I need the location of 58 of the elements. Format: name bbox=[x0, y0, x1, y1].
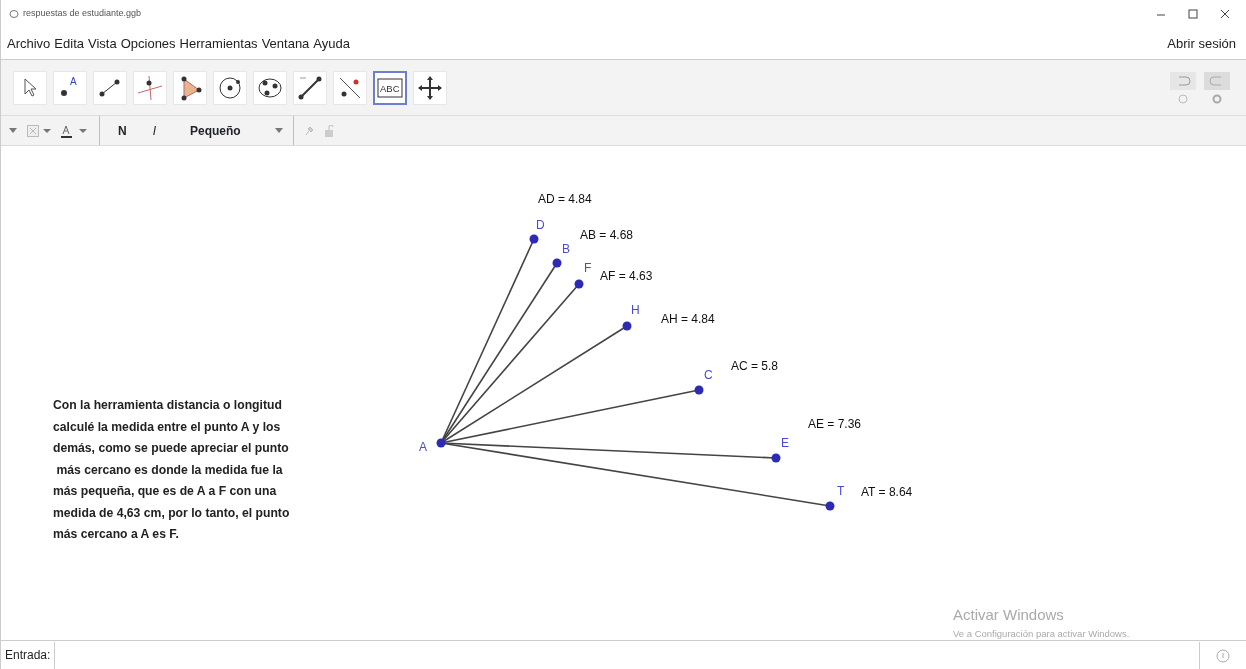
point bbox=[825, 501, 835, 511]
point-label: A bbox=[419, 440, 427, 454]
point bbox=[552, 258, 562, 268]
point-label: E bbox=[781, 436, 789, 450]
close-icon[interactable] bbox=[1220, 9, 1230, 19]
menu-item[interactable]: Ventana bbox=[259, 33, 312, 54]
tool-button[interactable] bbox=[293, 70, 327, 105]
distance-label: AE = 7.36 bbox=[808, 417, 862, 431]
input-field[interactable] bbox=[54, 641, 1200, 669]
point-label: T bbox=[837, 484, 845, 498]
activation-title: Activar Windows bbox=[953, 605, 1065, 625]
tool-button[interactable] bbox=[93, 70, 127, 105]
background-color-icon[interactable] bbox=[27, 124, 51, 137]
point-label: C bbox=[704, 368, 713, 382]
distance-label: AT = 8.64 bbox=[861, 485, 913, 499]
tool-button[interactable] bbox=[413, 70, 447, 105]
point bbox=[622, 321, 632, 331]
bold-button[interactable]: N bbox=[110, 121, 135, 140]
menu-item[interactable]: Edita bbox=[52, 33, 86, 54]
menu-item[interactable]: Ayuda bbox=[311, 33, 352, 54]
font-size-dropdown[interactable]: Pequeño bbox=[174, 121, 265, 140]
italic-button[interactable]: I bbox=[144, 121, 164, 140]
cursor-icon bbox=[23, 78, 37, 97]
point bbox=[436, 438, 446, 448]
menu-item[interactable]: Opciones bbox=[118, 33, 178, 54]
point-label: B bbox=[562, 242, 570, 256]
tool-button[interactable]: A bbox=[53, 70, 87, 105]
point bbox=[771, 453, 781, 463]
caret-icon[interactable] bbox=[274, 127, 283, 134]
distance-label: AH = 4.84 bbox=[661, 312, 715, 326]
text-color-icon[interactable] bbox=[61, 123, 89, 138]
app-icon bbox=[9, 9, 19, 19]
point-label: F bbox=[584, 261, 592, 275]
collapse-icon[interactable] bbox=[9, 127, 17, 134]
point bbox=[694, 385, 704, 395]
tool-button[interactable] bbox=[213, 70, 247, 105]
point bbox=[529, 234, 539, 244]
menu-item[interactable]: Herramientas bbox=[177, 33, 260, 54]
tool-button[interactable] bbox=[333, 70, 367, 105]
tool-button[interactable]: ABC bbox=[373, 70, 407, 105]
input-label: Entrada: bbox=[4, 647, 51, 664]
distance-label: AF = 4.63 bbox=[600, 269, 653, 283]
distance-label: AD = 4.84 bbox=[538, 192, 592, 206]
point-label: H bbox=[631, 303, 640, 317]
tool-button[interactable] bbox=[173, 70, 207, 105]
point-label: D bbox=[536, 218, 545, 232]
tool-button[interactable] bbox=[253, 70, 287, 105]
menu-item[interactable]: Archivo bbox=[5, 33, 53, 54]
point bbox=[574, 279, 584, 289]
note-text: Con la herramienta distancia o longitud calculé la medida entre el punto A y los demás, como se puede apreciar el punto más cercano es donde la medida fue la más pequeña, que es de A a F con una medida de 4,63 cm, por lo tanto, el punto más cercano a A es F. bbox=[53, 397, 290, 543]
menu-item[interactable]: Vista bbox=[86, 33, 119, 54]
maximize-icon[interactable] bbox=[1188, 9, 1198, 19]
sign-in-link[interactable]: Abrir sesión bbox=[1165, 33, 1238, 54]
distance-label: AC = 5.8 bbox=[731, 359, 779, 373]
distance-label: AB = 4.68 bbox=[580, 228, 634, 242]
settings-icon[interactable] bbox=[1212, 93, 1222, 104]
window-title: respuestas de estudiante.ggb bbox=[23, 7, 142, 21]
activation-message: Ve a Configuración para activar Windows. bbox=[953, 626, 1130, 641]
